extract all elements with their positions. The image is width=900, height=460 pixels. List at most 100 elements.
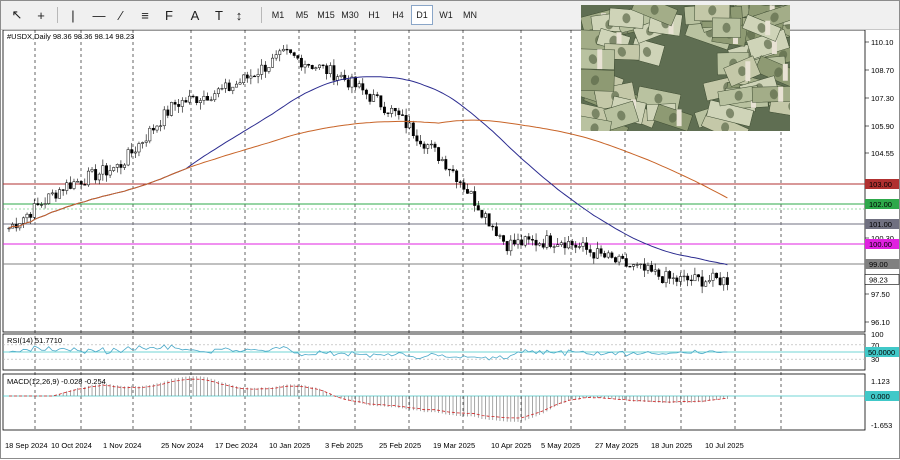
- candle: [382, 106, 386, 114]
- terminal-window: ↖ + | — ∕ ≡ F A T ↕ M1 M5 M15 M30 H1 H4 D1 W1 MN 110.10 108…: [0, 0, 900, 459]
- candle: [556, 244, 560, 247]
- candle: [180, 100, 184, 107]
- macd-pane: [2, 373, 866, 431]
- price-tick-label: 96.10: [871, 318, 890, 327]
- candle: [476, 205, 480, 211]
- candle: [422, 143, 426, 149]
- timeframe-w1[interactable]: W1: [435, 5, 457, 25]
- date-tick-label: 19 Mar 2025: [433, 441, 475, 450]
- candle: [72, 181, 76, 189]
- candle: [36, 203, 40, 206]
- candle: [79, 181, 83, 185]
- timeframe-m1[interactable]: M1: [267, 5, 289, 25]
- candle: [141, 142, 145, 144]
- rsi-tick-label: 100: [871, 330, 884, 339]
- ma-slow-line: [8, 119, 728, 229]
- symbol-header: #USDX,Daily 98.36 98.36 98.14 98.23: [7, 32, 134, 41]
- price-tick-label: 104.55: [871, 149, 894, 158]
- candle: [650, 265, 654, 272]
- candle: [263, 64, 267, 72]
- candle: [419, 140, 422, 145]
- candle: [447, 168, 451, 171]
- timeframe-m30[interactable]: M30: [339, 5, 361, 25]
- candle: [401, 114, 404, 116]
- candle: [455, 170, 459, 182]
- horizontal-line-icon[interactable]: —: [89, 5, 109, 25]
- candle: [711, 272, 715, 281]
- candle: [339, 74, 343, 77]
- candle: [137, 143, 141, 153]
- candle: [502, 235, 506, 242]
- macd-zero-label: 0.000: [871, 392, 890, 401]
- date-tick-label: 10 Jul 2025: [705, 441, 744, 450]
- candle: [238, 82, 242, 85]
- candle: [531, 239, 534, 241]
- timeframe-h4[interactable]: H4: [387, 5, 409, 25]
- arrows-icon[interactable]: ↕: [229, 5, 249, 25]
- date-tick-label: 10 Oct 2024: [51, 441, 92, 450]
- candle: [50, 192, 54, 195]
- timeframe-d1[interactable]: D1: [411, 5, 433, 25]
- fibonacci-icon[interactable]: F: [159, 5, 179, 25]
- text-label-icon[interactable]: T: [209, 5, 229, 25]
- candle: [527, 236, 531, 240]
- timeframe-mn[interactable]: MN: [459, 5, 481, 25]
- equidistant-channel-icon[interactable]: ≡: [135, 5, 155, 25]
- candle: [621, 255, 625, 259]
- date-tick-label: 17 Dec 2024: [215, 441, 258, 450]
- candle: [588, 249, 592, 253]
- candle: [577, 246, 581, 248]
- candle: [260, 64, 264, 75]
- cursor-icon[interactable]: ↖: [7, 5, 27, 25]
- timeframe-m15[interactable]: M15: [315, 5, 337, 25]
- candle: [541, 243, 545, 248]
- candle: [7, 227, 11, 230]
- candle: [545, 235, 549, 248]
- trendline-icon[interactable]: ∕: [111, 5, 131, 25]
- candle: [29, 213, 33, 218]
- candle: [108, 170, 112, 176]
- date-tick-label: 3 Feb 2025: [325, 441, 363, 450]
- candle: [393, 107, 397, 112]
- candle: [43, 203, 47, 205]
- candle: [47, 193, 51, 204]
- date-tick-label: 25 Feb 2025: [379, 441, 421, 450]
- candle: [234, 83, 238, 88]
- candle: [206, 96, 210, 101]
- candle: [646, 265, 650, 271]
- candle: [307, 64, 311, 66]
- price-tick-label: 107.30: [871, 94, 894, 103]
- candle: [614, 257, 617, 263]
- candle: [725, 277, 729, 285]
- candle: [480, 209, 484, 218]
- level-label: 100.00: [869, 240, 892, 249]
- candle: [310, 65, 314, 69]
- price-tick-label: 105.90: [871, 122, 894, 131]
- text-icon[interactable]: A: [185, 5, 205, 25]
- candle: [440, 159, 444, 162]
- candle: [357, 83, 361, 88]
- date-tick-label: 10 Apr 2025: [491, 441, 531, 450]
- timeframe-m5[interactable]: M5: [291, 5, 313, 25]
- crosshair-icon[interactable]: +: [31, 5, 51, 25]
- candle: [660, 276, 664, 284]
- candle: [198, 100, 202, 103]
- candle: [635, 264, 639, 266]
- candle: [700, 276, 704, 287]
- timeframe-h1[interactable]: H1: [363, 5, 385, 25]
- candle: [166, 109, 170, 116]
- candle: [271, 57, 274, 68]
- candle: [397, 110, 401, 115]
- candle: [325, 65, 329, 74]
- candle: [354, 76, 358, 88]
- candle: [603, 253, 607, 258]
- candle: [285, 48, 289, 51]
- candle: [606, 252, 610, 258]
- candle: [289, 49, 293, 53]
- date-tick-label: 18 Jun 2025: [651, 441, 692, 450]
- candle: [368, 93, 372, 102]
- vertical-line-icon[interactable]: |: [63, 5, 83, 25]
- candle: [256, 74, 260, 77]
- candle: [520, 239, 524, 246]
- candle: [281, 48, 285, 52]
